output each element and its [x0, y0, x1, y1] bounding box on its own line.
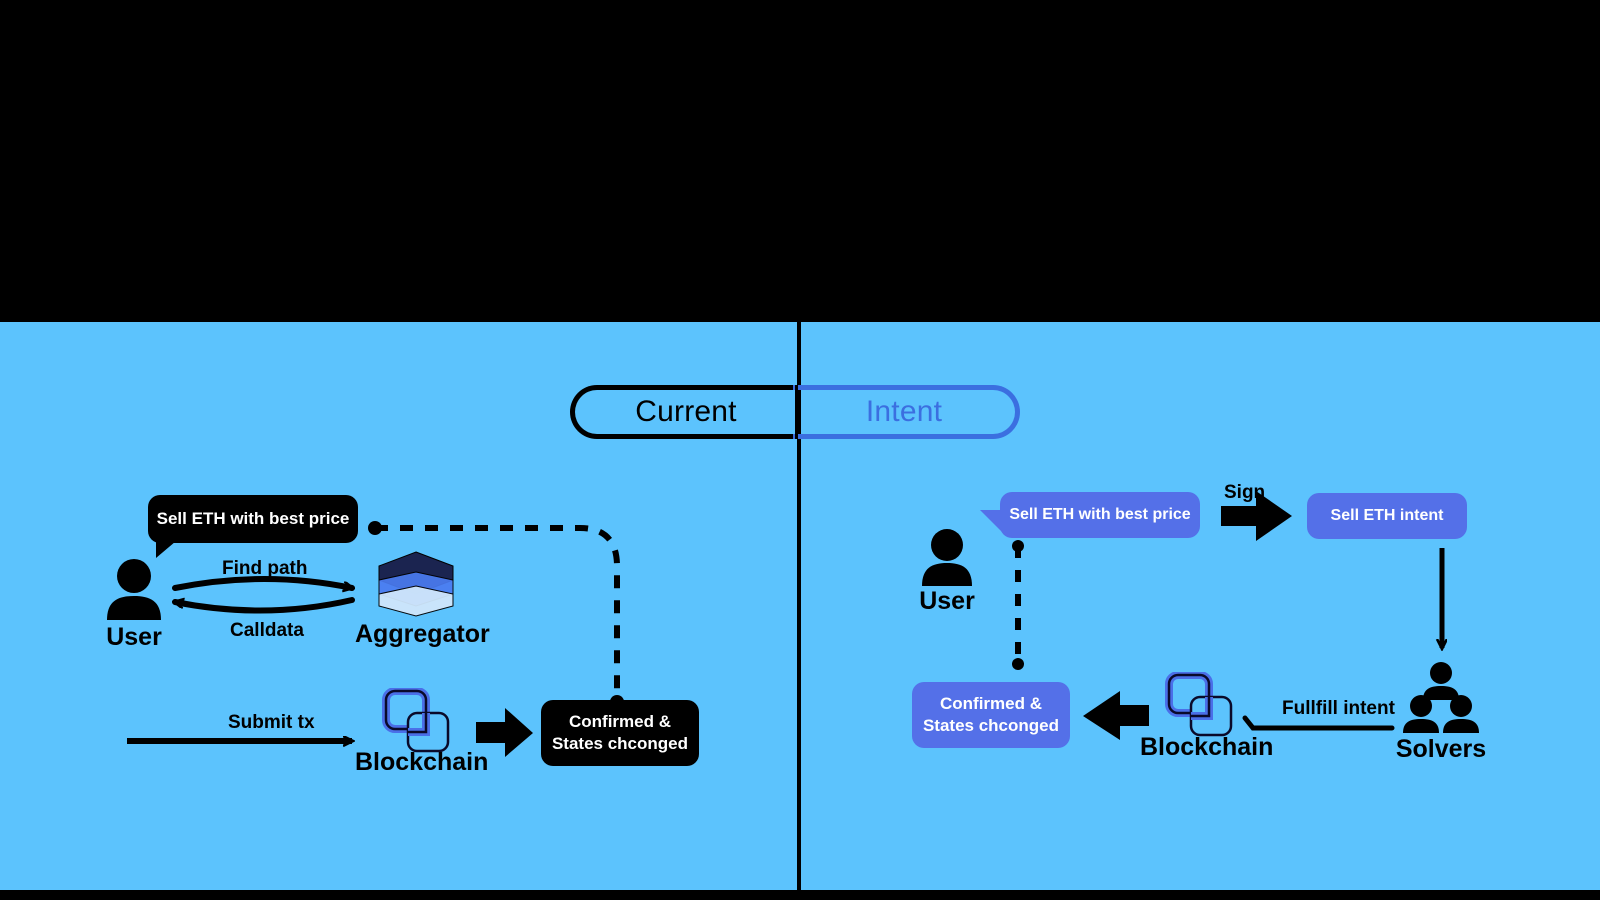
- left-result-line1: Confirmed &: [569, 711, 671, 731]
- diagram-stage: Current Intent Sell ETH with best price …: [0, 0, 1600, 900]
- left-aggregator-label: Aggregator: [355, 620, 490, 648]
- right-speech-bubble-text: Sell ETH with best price: [1009, 505, 1191, 523]
- right-solvers-icon: [1400, 662, 1482, 734]
- right-blockchain-icon: [1165, 671, 1235, 738]
- right-result-box: Confirmed & States chconged: [912, 682, 1070, 748]
- left-calldata-label: Calldata: [230, 620, 304, 641]
- right-result-line1: Confirmed &: [940, 693, 1042, 713]
- three-people-icon: [1403, 662, 1479, 733]
- toggle-option-intent[interactable]: Intent: [793, 385, 1020, 439]
- right-blockchain-label: Blockchain: [1140, 733, 1274, 761]
- left-blockchain-icon: [382, 687, 452, 754]
- left-submit-tx-label: Submit tx: [228, 712, 315, 733]
- right-solvers-label: Solvers: [1395, 735, 1487, 763]
- left-speech-bubble-tail: [156, 536, 182, 558]
- blockchain-blocks-icon: [1165, 671, 1233, 737]
- left-aggregator-icon: [375, 550, 457, 618]
- left-find-path-label: Find path: [222, 558, 308, 579]
- right-intent-chip: Sell ETH intent: [1307, 493, 1467, 539]
- layers-stack-icon: [378, 551, 454, 617]
- person-icon: [922, 529, 972, 586]
- right-sign-label: Sign: [1224, 482, 1266, 503]
- toggle-current-label: Current: [635, 395, 737, 428]
- current-intent-toggle[interactable]: Current Intent: [570, 385, 1020, 439]
- left-result-box: Confirmed & States chconged: [541, 700, 699, 766]
- left-result-line2: States chconged: [551, 734, 689, 753]
- left-user-icon: [105, 558, 163, 620]
- right-user-icon: [920, 528, 974, 586]
- person-icon: [107, 559, 161, 620]
- toggle-option-current[interactable]: Current: [570, 385, 797, 439]
- left-speech-bubble-text: Sell ETH with best price: [156, 508, 350, 528]
- top-black-band: [0, 0, 1600, 322]
- right-user-label: User: [919, 587, 975, 615]
- toggle-intent-label: Intent: [865, 395, 943, 428]
- left-user-label: User: [106, 623, 162, 651]
- left-blockchain-label: Blockchain: [355, 748, 489, 776]
- right-speech-bubble-tail: [980, 510, 1004, 534]
- left-speech-bubble: Sell ETH with best price: [148, 495, 358, 558]
- right-intent-chip-text: Sell ETH intent: [1330, 506, 1444, 524]
- blockchain-blocks-icon: [382, 687, 450, 753]
- right-result-line2: States chconged: [922, 716, 1060, 735]
- toggle-seam: [795, 385, 798, 439]
- right-fulfill-intent-label: Fullfill intent: [1282, 698, 1395, 719]
- right-speech-bubble: Sell ETH with best price: [980, 492, 1200, 538]
